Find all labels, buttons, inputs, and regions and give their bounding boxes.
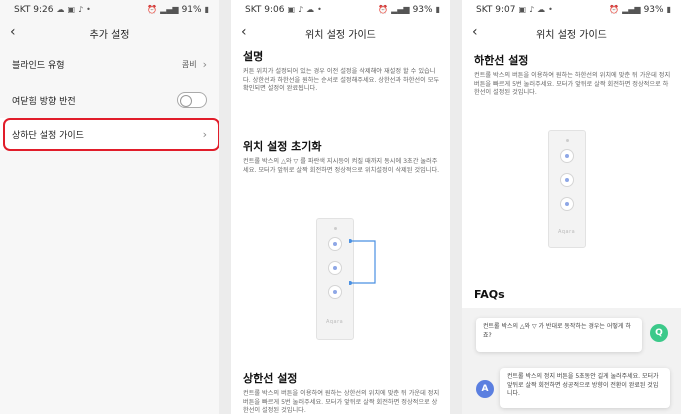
signal-icon: ▂▄▆	[391, 5, 410, 14]
image-icon: ▣	[287, 5, 296, 14]
phone-screen-position-guide: SKT 9:06 ▣ ♪ ☁ • ⏰ ▂▄▆ 93% ▮ ‹ 위치 설정 가이드…	[231, 0, 450, 414]
indicator-dot	[566, 139, 569, 142]
chevron-right-icon: ›	[202, 57, 207, 71]
bell-icon: ♪	[298, 5, 304, 14]
page-title: 추가 설정	[89, 29, 130, 41]
answer-badge: A	[476, 380, 494, 398]
back-arrow-icon[interactable]: ‹	[10, 24, 16, 40]
signal-icon: ▂▄▆	[160, 5, 179, 14]
stop-button-icon	[328, 261, 342, 275]
phone-screen-position-guide-2: SKT 9:07 ▣ ♪ ☁ • ⏰ ▂▄▆ 93% ▮ ‹ 위치 설정 가이드…	[462, 0, 681, 414]
lower-limit-text: 컨트롤 박스의 버튼을 이용하여 원하는 하한선의 위치에 맞춘 뒤 가운데 정…	[474, 72, 671, 97]
dot-icon: •	[548, 5, 553, 14]
cloud-icon: ☁	[56, 5, 65, 14]
page-title: 위치 설정 가이드	[536, 29, 607, 41]
reverse-direction-label: 여닫힘 방향 반전	[12, 96, 76, 107]
blind-type-row[interactable]: 블라인드 유형 콤비 ›	[0, 48, 219, 80]
bracket-line-icon	[349, 239, 376, 285]
bell-icon: ♪	[78, 5, 84, 14]
faq-question-bubble: 컨트롤 박스의 △와 ▽ 가 반대로 동작하는 경우는 어떻게 하죠?	[476, 318, 642, 352]
faq-answer-bubble: 컨트롤 박스의 정지 버튼을 5초동안 길게 눌러주세요. 모터가 앞뒤로 살짝…	[500, 368, 670, 408]
image-icon: ▣	[67, 5, 76, 14]
lower-limit-heading: 하한선 설정	[474, 54, 529, 67]
intro-section: 설명 커튼 위치가 설정되어 있는 경우 이전 설정을 삭제해야 재설정 할 수…	[243, 48, 440, 94]
image-icon: ▣	[518, 5, 527, 14]
intro-text: 커튼 위치가 설정되어 있는 경우 이전 설정을 삭제해야 재설정 할 수 있습…	[243, 68, 440, 93]
reverse-direction-row: 여닫힘 방향 반전	[0, 84, 219, 116]
battery-icon: ▮	[204, 5, 209, 14]
faq-section: FAQs	[474, 288, 671, 301]
blind-type-label: 블라인드 유형	[12, 60, 65, 71]
signal-icon: ▂▄▆	[622, 5, 641, 14]
status-bar: SKT 9:06 ▣ ♪ ☁ • ⏰ ▂▄▆ 93% ▮	[231, 0, 450, 20]
dot-icon: •	[86, 5, 91, 14]
battery-percent: 93%	[412, 5, 433, 15]
battery-percent: 91%	[181, 5, 202, 15]
stop-button-icon	[560, 173, 574, 187]
battery-icon: ▮	[435, 5, 440, 14]
bell-icon: ♪	[529, 5, 535, 14]
reverse-direction-toggle[interactable]	[177, 92, 207, 108]
app-header: ‹ 추가 설정	[0, 22, 219, 44]
brand-logo: Aqara	[326, 319, 344, 325]
upper-limit-text: 컨트롤 박스의 버튼을 이용하여 원하는 상한선의 위치에 맞춘 뒤 가운데 정…	[243, 390, 440, 414]
status-bar: SKT 9:07 ▣ ♪ ☁ • ⏰ ▂▄▆ 93% ▮	[462, 0, 681, 20]
status-time: SKT 9:26	[14, 5, 54, 15]
lower-limit-section: 하한선 설정 컨트롤 박스의 버튼을 이용하여 원하는 하한선의 위치에 맞춘 …	[474, 52, 671, 98]
alarm-icon: ⏰	[147, 5, 158, 14]
reset-heading: 위치 설정 초기화	[243, 140, 322, 153]
question-badge: Q	[650, 324, 668, 342]
phone-screen-additional-settings: SKT 9:26 ☁ ▣ ♪ • ⏰ ▂▄▆ 91% ▮ ‹ 추가 설정 블라인…	[0, 0, 219, 414]
upper-limit-section: 상한선 설정 컨트롤 박스의 버튼을 이용하여 원하는 상한선의 위치에 맞춘 …	[243, 370, 440, 414]
cloud-icon: ☁	[537, 5, 546, 14]
control-box-image: Aqara	[548, 130, 586, 248]
alarm-icon: ⏰	[609, 5, 620, 14]
faq-answer-text: 컨트롤 박스의 정지 버튼을 5초동안 길게 눌러주세요. 모터가 앞뒤로 살짝…	[507, 373, 659, 397]
down-button-icon	[328, 285, 342, 299]
faq-question-text: 컨트롤 박스의 △와 ▽ 가 반대로 동작하는 경우는 어떻게 하죠?	[483, 323, 631, 339]
back-arrow-icon[interactable]: ‹	[472, 24, 478, 40]
battery-percent: 93%	[643, 5, 664, 15]
up-button-icon	[560, 149, 574, 163]
alarm-icon: ⏰	[378, 5, 389, 14]
app-header: ‹ 위치 설정 가이드	[231, 22, 450, 44]
up-button-icon	[328, 237, 342, 251]
intro-heading: 설명	[243, 50, 264, 63]
faq-heading: FAQs	[474, 288, 505, 301]
page-title: 위치 설정 가이드	[305, 29, 376, 41]
status-bar: SKT 9:26 ☁ ▣ ♪ • ⏰ ▂▄▆ 91% ▮	[0, 0, 219, 20]
status-time: SKT 9:07	[476, 5, 516, 15]
status-time: SKT 9:06	[245, 5, 285, 15]
highlight-box	[3, 118, 219, 151]
down-button-icon	[560, 197, 574, 211]
dot-icon: •	[317, 5, 322, 14]
indicator-dot	[334, 227, 337, 230]
battery-icon: ▮	[666, 5, 671, 14]
app-header: ‹ 위치 설정 가이드	[462, 22, 681, 44]
cloud-icon: ☁	[306, 5, 315, 14]
reset-section: 위치 설정 초기화 컨트롤 박스의 △와 ▽ 를 파란색 지시등이 켜질 때까지…	[243, 138, 440, 175]
upper-limit-heading: 상한선 설정	[243, 372, 298, 385]
back-arrow-icon[interactable]: ‹	[241, 24, 247, 40]
reset-text: 컨트롤 박스의 △와 ▽ 를 파란색 지시등이 켜질 때까지 동시에 3초간 눌…	[243, 158, 440, 174]
blind-type-value: 콤비	[181, 59, 197, 69]
brand-logo: Aqara	[558, 229, 576, 235]
